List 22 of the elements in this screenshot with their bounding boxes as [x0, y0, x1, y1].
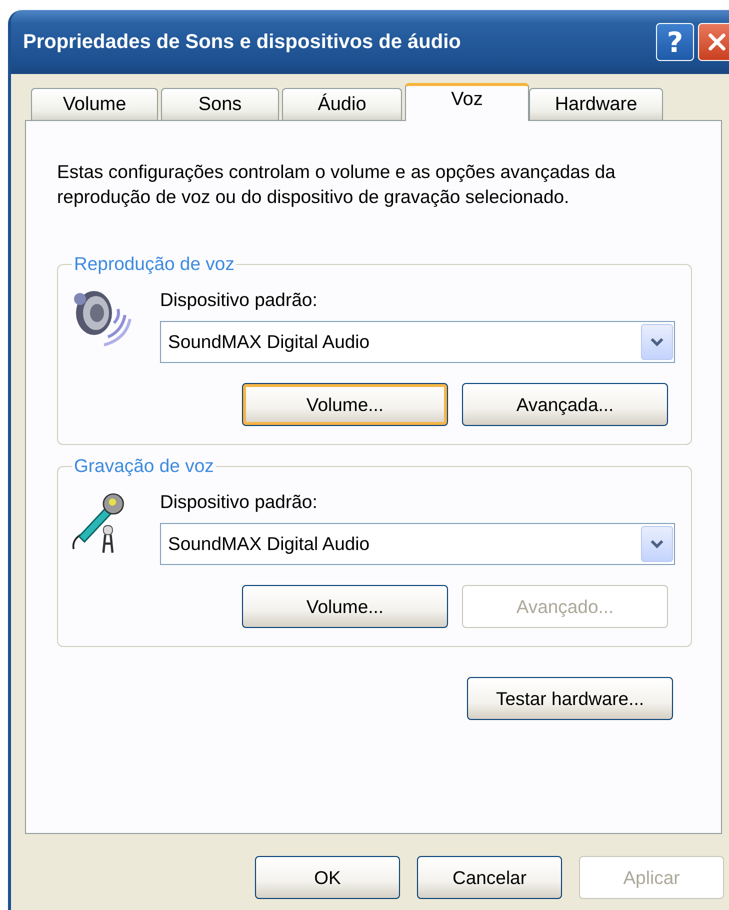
action-button[interactable]: Volume... [242, 383, 448, 426]
group-title: Reprodução de voz [73, 253, 236, 275]
field-label: Dispositivo padrão: [160, 289, 318, 311]
device-dropdown[interactable]: SoundMAX Digital Audio [160, 523, 675, 565]
group-title: Gravação de voz [73, 455, 215, 477]
dialog-button[interactable]: OK [255, 856, 400, 899]
help-button[interactable]: ? [656, 23, 694, 61]
close-icon[interactable] [706, 31, 728, 53]
test-hardware-button[interactable]: Testar hardware... [467, 677, 673, 720]
action-button[interactable]: Volume... [242, 585, 448, 628]
close-button[interactable] [698, 23, 729, 61]
description-text: Estas configurações controlam o volume e as opções avançadas da reprodução de voz ou do dispositivo de gravação selecionado. [57, 160, 616, 209]
tab[interactable]: Volume [31, 88, 158, 120]
tab[interactable]: Voz [405, 83, 529, 121]
device-dropdown[interactable]: SoundMAX Digital Audio [160, 321, 675, 363]
dialog-button[interactable]: Cancelar [417, 856, 562, 899]
tab[interactable]: Hardware [529, 88, 663, 120]
action-button[interactable]: Avançada... [462, 383, 668, 426]
tab[interactable]: Áudio [282, 88, 402, 120]
field-label: Dispositivo padrão: [160, 491, 318, 513]
tab[interactable]: Sons [161, 88, 279, 120]
window-title: Propriedades de Sons e dispositivos de áudio [23, 30, 462, 54]
